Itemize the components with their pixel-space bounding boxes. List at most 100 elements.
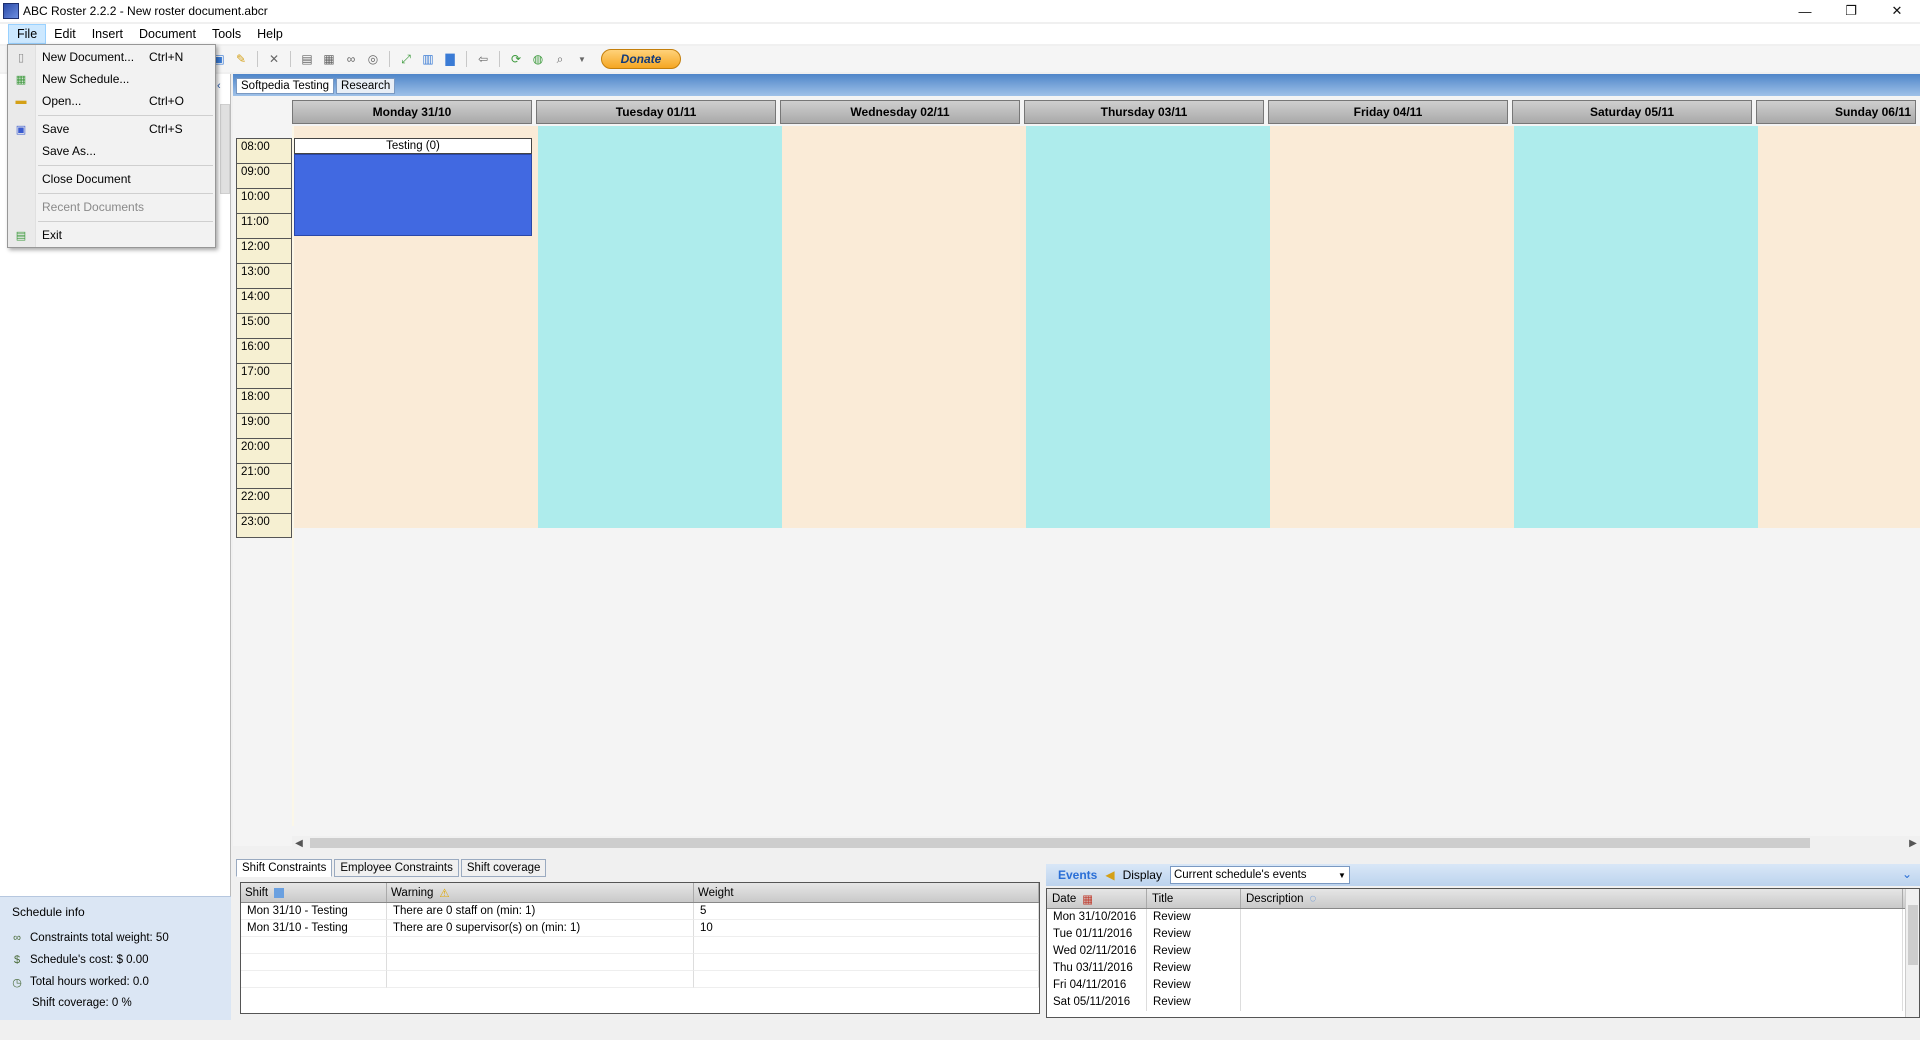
event-row[interactable]: Tue 01/11/2016 Review: [1047, 926, 1919, 943]
header-label: Description: [1246, 892, 1304, 905]
day-header-monday[interactable]: Monday 31/10: [292, 100, 532, 124]
refresh-icon[interactable]: ⟳: [507, 50, 525, 68]
folder-icon: ▬: [15, 95, 27, 107]
menu-item-exit[interactable]: ▤ Exit: [8, 225, 215, 245]
menu-edit[interactable]: Edit: [46, 25, 84, 43]
toolbar-separator: [466, 51, 467, 67]
scroll-right-icon[interactable]: ▶: [1906, 838, 1920, 849]
day-header-sunday[interactable]: Sunday 06/11: [1756, 100, 1916, 124]
column-header-description[interactable]: Description ◌: [1241, 889, 1903, 908]
warning-icon: ⚠: [439, 887, 450, 900]
table-cell: [387, 937, 694, 954]
shift-label[interactable]: Testing (0): [294, 138, 532, 154]
day-column-thursday[interactable]: [1026, 126, 1270, 528]
day-column-sunday[interactable]: [1758, 126, 1920, 528]
calendar-icon[interactable]: ▥: [419, 50, 437, 68]
day-column-saturday[interactable]: [1514, 126, 1758, 528]
column-header-weight[interactable]: Weight: [694, 883, 1039, 902]
restore-button[interactable]: ❐: [1828, 0, 1874, 22]
table-icon[interactable]: ▤: [298, 50, 316, 68]
column-header-title[interactable]: Title: [1147, 889, 1241, 908]
day-column-tuesday[interactable]: [538, 126, 782, 528]
event-description: [1241, 943, 1903, 960]
tab-shift-coverage[interactable]: Shift coverage: [460, 859, 547, 877]
menu-insert[interactable]: Insert: [84, 25, 131, 43]
constraints-weight-row: ∞ Constraints total weight: 50: [10, 931, 169, 945]
new-schedule-icon: ▦: [15, 73, 27, 86]
table-cell: [694, 954, 1039, 971]
menu-document[interactable]: Document: [131, 25, 204, 43]
menu-help[interactable]: Help: [249, 25, 291, 43]
globe-icon[interactable]: ◍: [529, 50, 547, 68]
event-row[interactable]: Fri 04/11/2016 Review: [1047, 977, 1919, 994]
scroll-thumb[interactable]: [310, 838, 1810, 848]
table-cell: [241, 954, 387, 971]
day-header-wednesday[interactable]: Wednesday 02/11: [780, 100, 1020, 124]
close-button[interactable]: ✕: [1874, 0, 1920, 22]
chart-icon[interactable]: ▇: [441, 50, 459, 68]
events-header: Date ▦ Title Description ◌: [1047, 889, 1919, 909]
tab-employee-constraints[interactable]: Employee Constraints: [334, 859, 459, 877]
day-column-wednesday[interactable]: [782, 126, 1026, 528]
menu-item-save-as[interactable]: Save As...: [8, 141, 215, 161]
menu-item-label: Open...: [42, 94, 82, 108]
column-header-date[interactable]: Date ▦: [1047, 889, 1147, 908]
event-date: Fri 04/11/2016: [1047, 977, 1147, 994]
toolbar-separator: [389, 51, 390, 67]
menu-item-new-schedule[interactable]: ▦ New Schedule...: [8, 69, 215, 89]
menu-item-label: New Document...: [42, 50, 135, 64]
table-row[interactable]: Mon 31/10 - Testing There are 0 staff on…: [241, 903, 1039, 920]
table-cell: There are 0 staff on (min: 1): [387, 903, 694, 920]
chevron-down-icon[interactable]: ▼: [573, 50, 591, 68]
donate-button[interactable]: Donate: [601, 49, 681, 69]
time-slot: 16:00: [236, 338, 292, 363]
menu-item-label: Exit: [42, 228, 63, 242]
minimize-button[interactable]: —: [1782, 0, 1828, 22]
menu-item-new-document[interactable]: ▯ New Document... Ctrl+N: [8, 47, 215, 67]
tab-research[interactable]: Research: [336, 78, 396, 94]
horizontal-scrollbar[interactable]: ◀ ▶: [292, 836, 1920, 850]
scroll-thumb[interactable]: [1908, 905, 1918, 965]
day-column-friday[interactable]: [1270, 126, 1514, 528]
table-row[interactable]: Mon 31/10 - Testing There are 0 supervis…: [241, 920, 1039, 937]
link-icon[interactable]: ∞: [342, 50, 360, 68]
column-header-shift[interactable]: Shift: [241, 883, 387, 902]
event-row[interactable]: Wed 02/11/2016 Review: [1047, 943, 1919, 960]
back-arrow-icon[interactable]: ⇦: [474, 50, 492, 68]
circle-icon[interactable]: ◎: [364, 50, 382, 68]
menu-bar: File Edit Insert Document Tools Help: [0, 24, 1920, 44]
event-row[interactable]: Mon 31/10/2016 Review: [1047, 909, 1919, 926]
day-header-friday[interactable]: Friday 04/11: [1268, 100, 1508, 124]
menu-file[interactable]: File: [8, 24, 47, 44]
add-event-icon[interactable]: ✎: [232, 50, 250, 68]
event-date: Mon 31/10/2016: [1047, 909, 1147, 926]
events-vertical-scrollbar[interactable]: [1905, 889, 1919, 1017]
zoom-icon[interactable]: ⌕: [551, 50, 569, 68]
day-header-saturday[interactable]: Saturday 05/11: [1512, 100, 1752, 124]
day-header-thursday[interactable]: Thursday 03/11: [1024, 100, 1264, 124]
column-header-warning[interactable]: Warning ⚠: [387, 883, 694, 902]
time-slot: 14:00: [236, 288, 292, 313]
menu-tools[interactable]: Tools: [204, 25, 249, 43]
collapse-events-icon[interactable]: ⌄: [1902, 867, 1912, 881]
shift-block[interactable]: [294, 154, 532, 236]
constraints-weight-text: Constraints total weight: 50: [30, 932, 169, 944]
collapse-left-icon[interactable]: ‹: [217, 80, 221, 92]
events-display-select[interactable]: Current schedule's events ▼: [1169, 866, 1350, 884]
menu-item-save[interactable]: ▣ Save Ctrl+S: [8, 119, 215, 139]
header-label: Warning: [391, 886, 434, 899]
menu-item-open[interactable]: ▬ Open... Ctrl+O: [8, 91, 215, 111]
day-header-tuesday[interactable]: Tuesday 01/11: [536, 100, 776, 124]
table-cell: 10: [694, 920, 1039, 937]
grid-icon[interactable]: ▦: [320, 50, 338, 68]
expand-icon[interactable]: ⤢: [397, 50, 415, 68]
event-description: [1241, 926, 1903, 943]
tab-shift-constraints[interactable]: Shift Constraints: [236, 859, 333, 877]
tab-softpedia-testing[interactable]: Softpedia Testing: [236, 78, 335, 94]
scroll-left-icon[interactable]: ◀: [292, 838, 306, 849]
event-row[interactable]: Thu 03/11/2016 Review: [1047, 960, 1919, 977]
event-row[interactable]: Sat 05/11/2016 Review: [1047, 994, 1919, 1011]
menu-item-close-document[interactable]: Close Document: [8, 169, 215, 189]
left-scrollbar[interactable]: [220, 104, 230, 194]
delete-icon[interactable]: ✕: [265, 50, 283, 68]
